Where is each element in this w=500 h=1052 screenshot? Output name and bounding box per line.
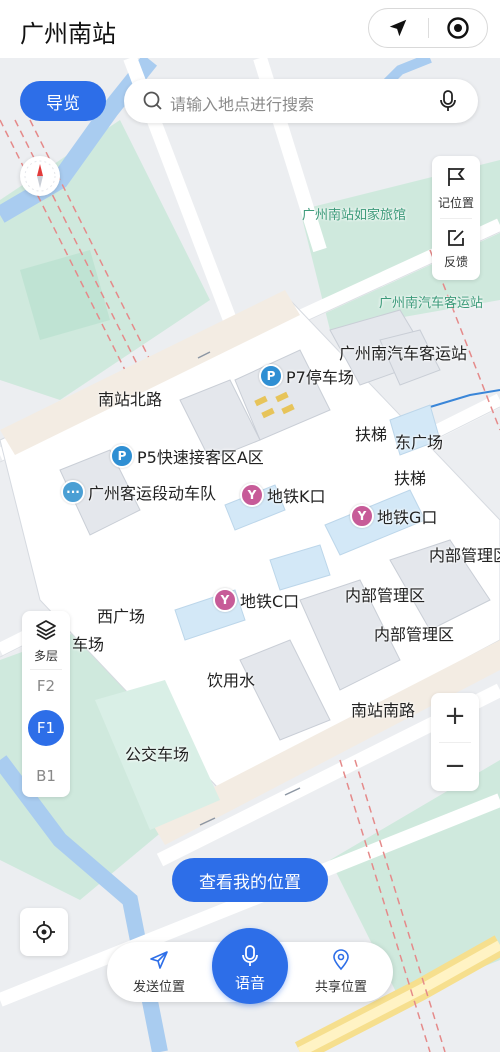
compass-icon	[24, 160, 56, 192]
send-arrow-icon	[150, 951, 168, 969]
microphone-icon	[242, 945, 258, 966]
map-label-escalator-1[interactable]: 扶梯	[355, 421, 387, 445]
edit-icon	[448, 230, 464, 246]
crosshair-icon	[33, 921, 55, 943]
divider	[30, 669, 62, 670]
feedback-button[interactable]: 反馈	[432, 220, 480, 280]
map-label-north-road: 南站北路	[98, 390, 163, 409]
top-bar: 广州南站	[0, 0, 500, 58]
divider	[440, 218, 472, 219]
map-label-internal-mgmt-1[interactable]: 内部管理区	[429, 542, 500, 566]
search-icon	[143, 91, 162, 110]
mark-location-label: 记位置	[437, 196, 474, 210]
page-title: 广州南站	[20, 20, 116, 48]
guide-button[interactable]: 导览	[20, 81, 106, 121]
close-button[interactable]	[429, 9, 487, 47]
poi-metro-k[interactable]: Y 地铁K口	[240, 483, 326, 507]
poi-metro-g[interactable]: Y 地铁G口	[350, 504, 437, 528]
poi-metro-c[interactable]: Y 地铁C口	[213, 588, 299, 612]
zoom-controls: + −	[431, 693, 479, 791]
microphone-icon[interactable]	[438, 89, 458, 113]
metro-icon: Y	[240, 483, 264, 507]
zoom-in-button[interactable]: +	[431, 693, 479, 741]
more-dots-icon: ···	[61, 480, 85, 504]
poi-label: 地铁G口	[377, 508, 438, 527]
navigation-arrow-icon	[389, 19, 407, 37]
map-label-bus-depot[interactable]: 公交车场	[125, 741, 189, 765]
flag-icon	[448, 168, 465, 186]
multi-floor-label: 多层	[33, 649, 58, 663]
send-location-button[interactable]: 发送位置	[123, 942, 195, 1002]
navigate-button[interactable]	[369, 9, 427, 47]
map-label-escalator-2[interactable]: 扶梯	[394, 465, 426, 489]
poi-p5-pickup[interactable]: P P5快速接客区A区	[110, 444, 264, 468]
poi-label: 地铁K口	[267, 487, 326, 506]
voice-button[interactable]: 语音	[212, 928, 288, 1004]
search-bar[interactable]: 请输入地点进行搜索	[124, 79, 478, 123]
multi-floor-toggle[interactable]: 多层	[22, 611, 70, 667]
mini-program-capsule	[368, 8, 488, 48]
map-label-west-square[interactable]: 西广场	[97, 603, 145, 627]
map-label-drinking-water[interactable]: 饮用水	[207, 667, 255, 691]
map-base	[0, 58, 500, 1052]
view-my-location-button[interactable]: 查看我的位置	[172, 858, 328, 902]
parking-icon: P	[110, 444, 134, 468]
locate-button[interactable]	[20, 908, 68, 956]
location-pin-icon	[333, 949, 349, 971]
side-tools-card: 记位置 反馈	[432, 156, 480, 280]
metro-icon: Y	[213, 588, 237, 612]
parking-icon: P	[259, 364, 283, 388]
mark-location-button[interactable]: 记位置	[432, 156, 480, 216]
send-location-label: 发送位置	[132, 980, 185, 995]
poi-label: 广州客运段动车队	[88, 484, 217, 503]
map-label-bus-station-green[interactable]: 广州南汽车客运站	[379, 292, 483, 311]
poi-label: 地铁C口	[240, 592, 300, 611]
poi-motorcade[interactable]: ··· 广州客运段动车队	[61, 480, 216, 504]
map-label-internal-mgmt-3[interactable]: 内部管理区	[374, 621, 454, 645]
floor-selector: 多层 F2 F1 B1	[22, 611, 70, 797]
floor-f2[interactable]: F2	[22, 677, 70, 695]
zoom-out-button[interactable]: −	[431, 743, 479, 791]
poi-label: P7停车场	[286, 368, 354, 387]
layers-icon	[36, 620, 56, 640]
map-label-east-square[interactable]: 东广场	[395, 429, 443, 453]
poi-p7-parking[interactable]: P P7停车场	[259, 364, 354, 388]
map-label-south-road: 南站南路	[351, 701, 416, 720]
target-circle-icon	[447, 17, 469, 39]
voice-label: 语音	[234, 974, 265, 992]
floor-f1[interactable]: F1	[28, 710, 64, 746]
poi-label: P5快速接客区A区	[137, 448, 264, 467]
map-label-internal-mgmt-2[interactable]: 内部管理区	[345, 582, 425, 606]
map-label-hotel[interactable]: 广州南站如家旅馆	[302, 204, 406, 223]
map-label-bus-station[interactable]: 广州南汽车客运站	[339, 340, 467, 364]
metro-icon: Y	[350, 504, 374, 528]
share-location-label: 共享位置	[314, 980, 367, 995]
share-location-button[interactable]: 共享位置	[305, 942, 377, 1002]
feedback-label: 反馈	[443, 255, 468, 269]
floor-b1[interactable]: B1	[22, 767, 70, 785]
map-label-parking-lot[interactable]: 车场	[72, 631, 104, 655]
compass-button[interactable]	[20, 156, 60, 196]
map-canvas[interactable]	[0, 58, 500, 1052]
search-input[interactable]: 请输入地点进行搜索	[170, 91, 314, 115]
